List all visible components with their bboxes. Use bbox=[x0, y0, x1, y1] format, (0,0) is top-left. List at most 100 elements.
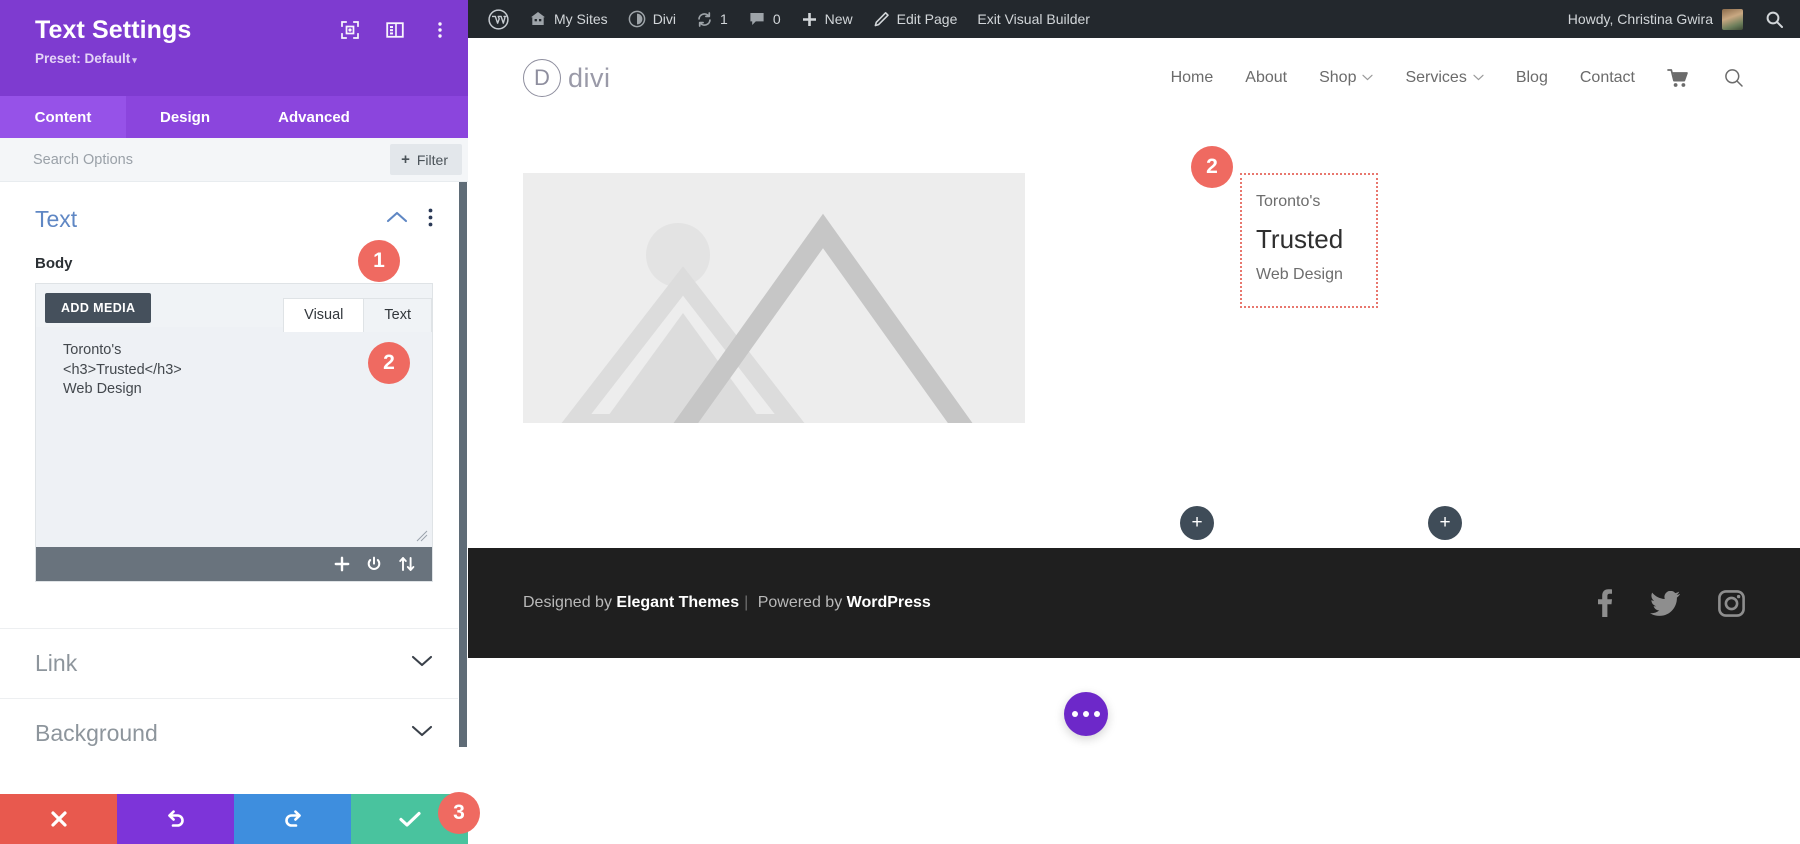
image-placeholder[interactable] bbox=[523, 173, 1025, 423]
footer-elegant-themes-link[interactable]: Elegant Themes bbox=[616, 594, 739, 611]
nav-item-services[interactable]: Services bbox=[1405, 69, 1484, 87]
add-module-left[interactable]: + bbox=[1180, 506, 1214, 540]
redo-button[interactable] bbox=[234, 794, 351, 844]
nav-item-home-label: Home bbox=[1170, 69, 1214, 86]
search-icon[interactable] bbox=[1755, 10, 1800, 29]
wordpress-logo-icon[interactable] bbox=[478, 0, 519, 38]
instagram-icon[interactable] bbox=[1718, 589, 1745, 617]
new-item[interactable]: New bbox=[791, 0, 863, 38]
filter-button[interactable]: + Filter bbox=[390, 144, 462, 175]
builder-column-right: Toronto's Trusted Web Design bbox=[1134, 173, 1745, 423]
builder-menu-fab[interactable] bbox=[1064, 692, 1108, 736]
exit-visual-builder-label: Exit Visual Builder bbox=[977, 11, 1090, 27]
tab-design[interactable]: Design bbox=[126, 96, 244, 138]
builder-canvas: Toronto's Trusted Web Design + + bbox=[468, 118, 1800, 548]
exit-visual-builder-item[interactable]: Exit Visual Builder bbox=[967, 0, 1100, 38]
panel-scrollbar-thumb[interactable] bbox=[459, 182, 467, 747]
edit-page-label: Edit Page bbox=[896, 11, 958, 27]
more-vertical-icon[interactable] bbox=[430, 20, 450, 40]
facebook-icon[interactable] bbox=[1597, 589, 1612, 617]
footer-separator: | bbox=[744, 594, 749, 611]
visual-builder-preview: My Sites Divi 1 0 New Edit Page Exit Vis… bbox=[468, 0, 1800, 844]
site-nav: Home About Shop Services Blog Contact bbox=[1171, 67, 1745, 89]
add-module-right[interactable]: + bbox=[1428, 506, 1462, 540]
chevron-down-icon bbox=[1473, 73, 1484, 84]
cancel-button[interactable] bbox=[0, 794, 117, 844]
builder-column-left bbox=[523, 173, 1134, 423]
accordion-link[interactable]: Link bbox=[0, 628, 468, 698]
nav-item-shop-label: Shop bbox=[1319, 69, 1357, 86]
panel-body: Text Body ADD MEDIA Visual Text Toronto'… bbox=[0, 182, 468, 794]
editor-tab-visual[interactable]: Visual bbox=[283, 298, 365, 332]
add-media-button[interactable]: ADD MEDIA bbox=[45, 293, 152, 323]
nav-item-about[interactable]: About bbox=[1245, 69, 1287, 87]
site-logo[interactable]: D divi bbox=[523, 59, 611, 97]
accordion-background[interactable]: Background bbox=[0, 698, 468, 768]
comment-icon bbox=[750, 13, 764, 25]
power-toggle-icon[interactable] bbox=[366, 556, 382, 572]
panel-layout-icon[interactable] bbox=[385, 20, 405, 40]
dot-1 bbox=[1072, 711, 1078, 717]
site-header: D divi Home About Shop Services Blog Con… bbox=[468, 38, 1800, 118]
nav-item-home[interactable]: Home bbox=[1171, 69, 1214, 87]
comments-count: 0 bbox=[772, 11, 781, 27]
chevron-down-icon bbox=[1362, 73, 1374, 84]
howdy-menu[interactable]: Howdy, Christina Gwira bbox=[1556, 0, 1755, 38]
nav-item-shop[interactable]: Shop bbox=[1319, 69, 1374, 87]
comments-item[interactable]: 0 bbox=[738, 0, 791, 38]
sort-updown-icon[interactable] bbox=[398, 556, 416, 572]
new-label: New bbox=[824, 11, 853, 27]
site-footer: Designed by Elegant Themes | Powered by W… bbox=[468, 548, 1800, 658]
edit-page-item[interactable]: Edit Page bbox=[863, 0, 968, 38]
divi-icon bbox=[628, 10, 646, 28]
divi-item[interactable]: Divi bbox=[618, 0, 686, 38]
section-title: Text bbox=[35, 206, 78, 232]
nav-item-about-label: About bbox=[1245, 69, 1288, 86]
my-sites-item[interactable]: My Sites bbox=[519, 0, 618, 38]
editor-mode-tabs: Visual Text bbox=[283, 293, 432, 332]
panel-preset-label: Preset: Default bbox=[35, 50, 131, 66]
nav-item-contact-label: Contact bbox=[1579, 69, 1635, 86]
plus-icon bbox=[802, 12, 816, 26]
nav-item-blog[interactable]: Blog bbox=[1516, 69, 1548, 87]
search-icon[interactable] bbox=[1723, 67, 1745, 89]
callout-badge-2-preview: 2 bbox=[1191, 146, 1233, 188]
panel-tab-bar: Content Design Advanced bbox=[0, 96, 468, 138]
nav-item-services-label: Services bbox=[1405, 69, 1467, 86]
callout-badge-1: 1 bbox=[358, 240, 400, 282]
text-module-line-3: Web Design bbox=[1256, 266, 1343, 284]
cart-icon[interactable] bbox=[1667, 68, 1691, 89]
focus-target-icon[interactable] bbox=[340, 20, 360, 40]
twitter-icon[interactable] bbox=[1650, 590, 1680, 616]
tab-content[interactable]: Content bbox=[0, 96, 126, 138]
text-module[interactable]: Toronto's Trusted Web Design bbox=[1240, 173, 1378, 308]
nav-item-contact[interactable]: Contact bbox=[1580, 69, 1635, 87]
panel-preset-selector[interactable]: Preset: Default ▾ bbox=[35, 51, 446, 66]
builder-bottom-area bbox=[468, 658, 1800, 844]
footer-designed-by: Designed by bbox=[523, 594, 617, 611]
divi-label: Divi bbox=[652, 11, 677, 27]
editor-tab-text[interactable]: Text bbox=[364, 298, 432, 332]
footer-powered-by: Powered by bbox=[753, 594, 847, 611]
chevron-up-icon[interactable] bbox=[386, 210, 408, 229]
panel-scrollbar-track[interactable] bbox=[458, 182, 468, 794]
updates-item[interactable]: 1 bbox=[686, 0, 738, 38]
panel-footer-actions bbox=[0, 794, 468, 844]
section-header-controls bbox=[386, 208, 433, 232]
callout-badge-3: 3 bbox=[438, 792, 480, 834]
accordion-background-label: Background bbox=[35, 720, 158, 746]
site-logo-word: divi bbox=[568, 62, 611, 93]
search-input[interactable] bbox=[0, 151, 391, 168]
chevron-down-icon bbox=[411, 654, 433, 673]
plus-icon: + bbox=[401, 151, 410, 168]
my-sites-label: My Sites bbox=[554, 11, 608, 27]
footer-wordpress-link[interactable]: WordPress bbox=[847, 594, 931, 611]
text-module-heading: Trusted bbox=[1256, 223, 1344, 254]
avatar bbox=[1722, 8, 1743, 30]
tab-advanced[interactable]: Advanced bbox=[244, 96, 384, 138]
more-vertical-icon[interactable] bbox=[428, 208, 433, 232]
add-icon[interactable] bbox=[334, 556, 350, 572]
sites-icon bbox=[531, 12, 545, 25]
divi-logo-icon: D bbox=[523, 59, 561, 97]
undo-button[interactable] bbox=[117, 794, 234, 844]
